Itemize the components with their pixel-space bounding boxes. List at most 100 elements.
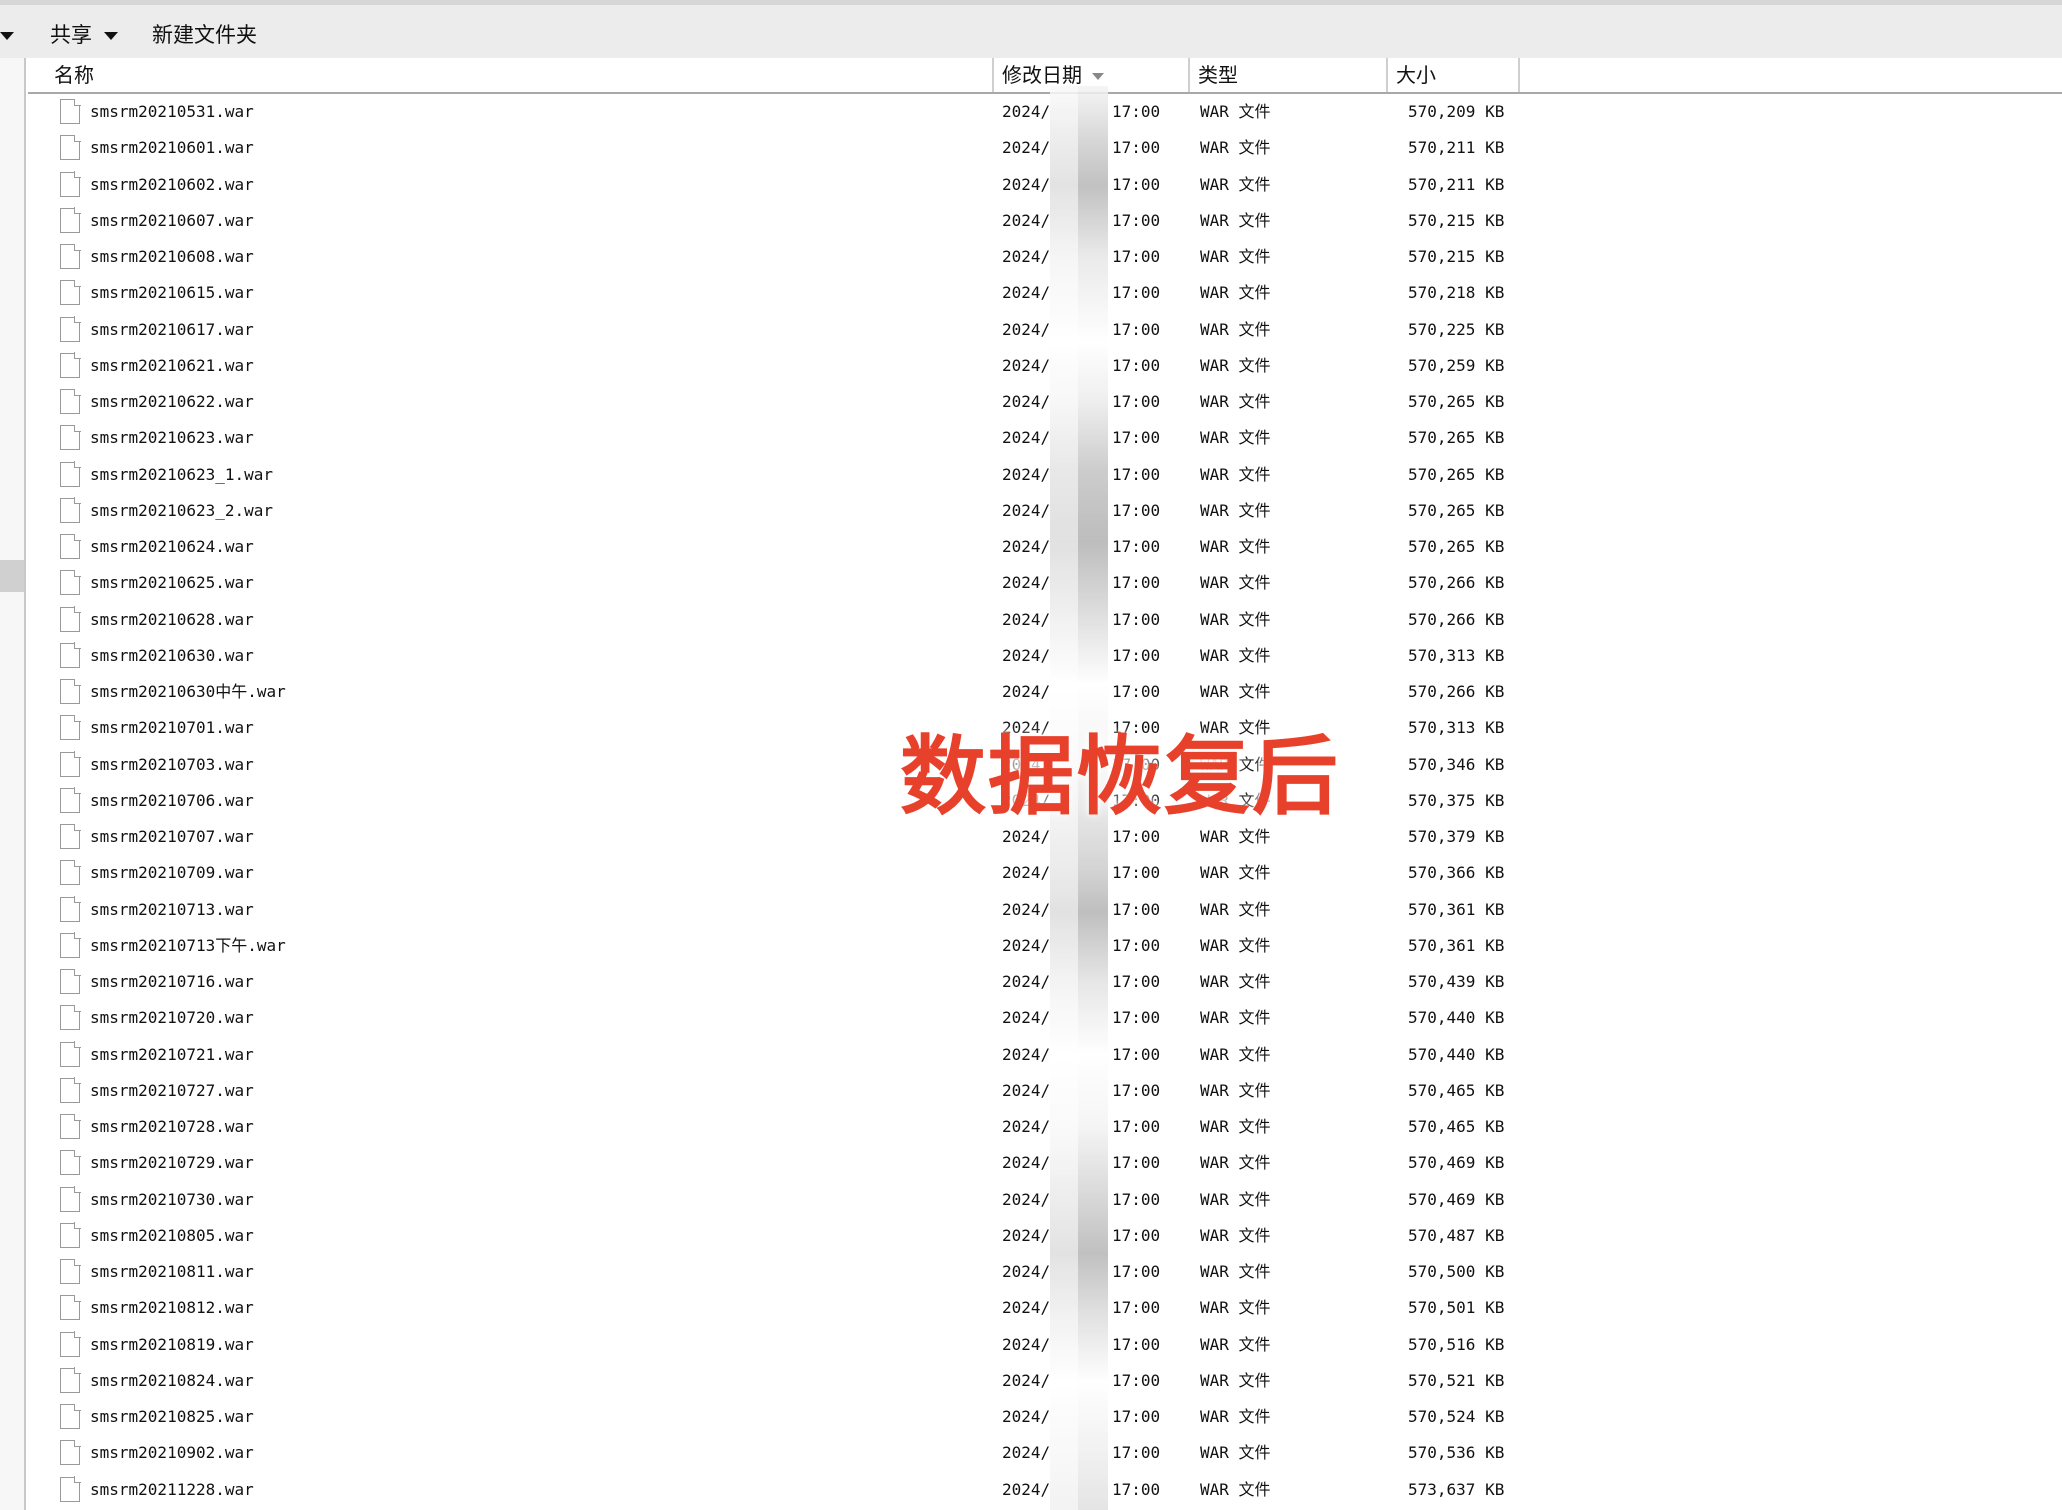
file-modified-time: 17:00 (1112, 537, 1161, 556)
file-modified-date: 2024/ (1002, 1080, 1051, 1100)
file-row[interactable]: smsrm20210622.war 2024/17:00 WAR 文件 570,265… (0, 384, 2062, 420)
file-row[interactable]: smsrm20210608.war 2024/17:00 WAR 文件 570,215… (0, 239, 2062, 275)
file-modified-time: 17:00 (1112, 1298, 1161, 1318)
file-row[interactable]: smsrm20210729.war 2024/17:00 WAR 文件 570,469… (0, 1145, 2062, 1181)
file-modified-time: 17:00 (1112, 1189, 1161, 1209)
file-type: WAR 文件 (1200, 138, 1271, 158)
file-type: WAR 文件 (1200, 682, 1271, 701)
file-type: WAR 文件 (1200, 1370, 1271, 1390)
file-size: 570,215 KB (1408, 210, 1505, 230)
file-row[interactable]: smsrm20210713下午.war 2024/17:00 WAR 文件 570,3… (0, 928, 2062, 964)
new-folder-button[interactable]: 新建文件夹 (152, 17, 257, 53)
file-row[interactable]: smsrm20210902.war 2024/17:00 WAR 文件 570,536… (0, 1435, 2062, 1471)
column-header-size[interactable]: 大小 (1388, 58, 1520, 92)
file-modified-time: 17:00 (1112, 428, 1161, 448)
organize-dropdown-caret[interactable] (0, 17, 14, 53)
file-size: 570,225 KB (1408, 319, 1505, 339)
file-row[interactable]: smsrm20210602.war 2024/17:00 WAR 文件 570,211… (0, 167, 2062, 203)
column-header-date-label: 修改日期 (1002, 63, 1082, 87)
file-name: smsrm20210812.war (90, 1298, 254, 1318)
file-row[interactable]: smsrm20210630.war 2024/17:00 WAR 文件 570,313… (0, 638, 2062, 674)
file-modified-time: 17:00 (1112, 1407, 1161, 1426)
file-row[interactable]: smsrm20210819.war 2024/17:00 WAR 文件 570,516… (0, 1327, 2062, 1363)
file-modified-date: 2024/ (1002, 1044, 1051, 1064)
file-modified-date: 2024/ (1002, 645, 1051, 665)
file-size: 570,500 KB (1408, 1262, 1505, 1281)
file-row[interactable]: smsrm20210720.war 2024/17:00 WAR 文件 570,440… (0, 1000, 2062, 1036)
file-row[interactable]: smsrm20210812.war 2024/17:00 WAR 文件 570,501… (0, 1290, 2062, 1326)
file-modified-date: 2024/ (1002, 1407, 1051, 1426)
file-size: 570,215 KB (1408, 247, 1505, 266)
file-name: smsrm20210721.war (90, 1044, 254, 1064)
file-icon (60, 1367, 81, 1393)
file-row[interactable]: smsrm20210628.war 2024/17:00 WAR 文件 570,266… (0, 602, 2062, 638)
column-header-name-label: 名称 (54, 63, 94, 87)
file-row[interactable]: smsrm20210713.war 2024/17:00 WAR 文件 570,361… (0, 892, 2062, 928)
file-row[interactable]: smsrm20210623_1.war 2024/17:00 WAR 文件 570,2… (0, 457, 2062, 493)
column-header-name[interactable]: 名称 (28, 58, 994, 92)
file-modified-time: 17:00 (1112, 1479, 1161, 1499)
file-modified-time: 17:00 (1112, 247, 1161, 266)
file-row[interactable]: smsrm20210623.war 2024/17:00 WAR 文件 570,265… (0, 420, 2062, 456)
file-name: smsrm20210607.war (90, 210, 254, 230)
file-type: WAR 文件 (1200, 102, 1271, 121)
file-row[interactable]: smsrm20210624.war 2024/17:00 WAR 文件 570,265… (0, 529, 2062, 565)
file-modified-date: 2024/ (1002, 1117, 1051, 1136)
file-modified-date: 2024/ (1002, 1334, 1051, 1354)
file-row[interactable]: smsrm20210727.war 2024/17:00 WAR 文件 570,465… (0, 1073, 2062, 1109)
file-type: WAR 文件 (1200, 1298, 1271, 1318)
file-icon (60, 352, 81, 378)
file-row[interactable]: smsrm20210824.war 2024/17:00 WAR 文件 570,521… (0, 1363, 2062, 1399)
file-size: 570,366 KB (1408, 863, 1505, 883)
file-row[interactable]: smsrm20210601.war 2024/17:00 WAR 文件 570,211… (0, 130, 2062, 166)
file-row[interactable]: smsrm20210716.war 2024/17:00 WAR 文件 570,439… (0, 964, 2062, 1000)
file-modified-time: 17:00 (1112, 174, 1161, 194)
share-label: 共享 (50, 23, 92, 47)
file-modified-date: 2024/ (1002, 1479, 1051, 1499)
file-size: 570,218 KB (1408, 283, 1505, 303)
file-icon (60, 388, 81, 414)
file-type: WAR 文件 (1200, 609, 1271, 629)
file-name: smsrm20210720.war (90, 1008, 254, 1028)
file-name: smsrm20210707.war (90, 827, 254, 846)
share-menu-button[interactable]: 共享 (50, 17, 118, 53)
file-size: 570,265 KB (1408, 392, 1505, 411)
file-name: smsrm20210621.war (90, 355, 254, 375)
file-icon (60, 424, 81, 451)
file-icon (60, 642, 81, 668)
file-row[interactable]: smsrm20210730.war 2024/17:00 WAR 文件 570,469… (0, 1182, 2062, 1218)
file-icon (60, 1403, 81, 1429)
file-row[interactable]: smsrm20211228.war 2024/17:00 WAR 文件 573,637… (0, 1472, 2062, 1508)
file-type: WAR 文件 (1200, 645, 1271, 665)
file-row[interactable]: smsrm20210805.war 2024/17:00 WAR 文件 570,487… (0, 1218, 2062, 1254)
file-row[interactable]: smsrm20210825.war 2024/17:00 WAR 文件 570,524… (0, 1399, 2062, 1435)
file-row[interactable]: smsrm20210531.war 2024/17:00 WAR 文件 570,209… (0, 94, 2062, 130)
file-type: WAR 文件 (1200, 283, 1271, 303)
file-modified-date: 2024/ (1002, 355, 1051, 375)
file-modified-time: 17:00 (1112, 1370, 1161, 1390)
file-type: WAR 文件 (1200, 174, 1271, 194)
file-name: smsrm20210531.war (90, 102, 254, 121)
file-row[interactable]: smsrm20210728.war 2024/17:00 WAR 文件 570,465… (0, 1109, 2062, 1145)
file-size: 570,439 KB (1408, 972, 1505, 991)
file-row[interactable]: smsrm20210625.war 2024/17:00 WAR 文件 570,266… (0, 565, 2062, 601)
file-size: 570,266 KB (1408, 609, 1505, 629)
file-modified-date: 2024/ (1002, 863, 1051, 883)
file-size: 570,266 KB (1408, 573, 1505, 593)
file-row[interactable]: smsrm20210630中午.war 2024/17:00 WAR 文件 570,2… (0, 674, 2062, 710)
file-row[interactable]: smsrm20210811.war 2024/17:00 WAR 文件 570,500… (0, 1254, 2062, 1290)
file-name: smsrm20210709.war (90, 863, 254, 883)
file-row[interactable]: smsrm20210721.war 2024/17:00 WAR 文件 570,440… (0, 1037, 2062, 1073)
column-header-type[interactable]: 类型 (1190, 58, 1388, 92)
file-row[interactable]: smsrm20210617.war 2024/17:00 WAR 文件 570,225… (0, 312, 2062, 348)
file-modified-date: 2024/ (1002, 935, 1051, 955)
file-modified-time: 17:00 (1112, 138, 1161, 158)
file-name: smsrm20210805.war (90, 1225, 254, 1245)
file-row[interactable]: smsrm20210623_2.war 2024/17:00 WAR 文件 570,2… (0, 493, 2062, 529)
file-type: WAR 文件 (1200, 1008, 1271, 1028)
file-row[interactable]: smsrm20210621.war 2024/17:00 WAR 文件 570,259… (0, 348, 2062, 384)
file-row[interactable]: smsrm20210709.war 2024/17:00 WAR 文件 570,366… (0, 855, 2062, 891)
file-row[interactable]: smsrm20210615.war 2024/17:00 WAR 文件 570,218… (0, 275, 2062, 311)
file-icon (60, 98, 81, 124)
file-row[interactable]: smsrm20210607.war 2024/17:00 WAR 文件 570,215… (0, 203, 2062, 239)
